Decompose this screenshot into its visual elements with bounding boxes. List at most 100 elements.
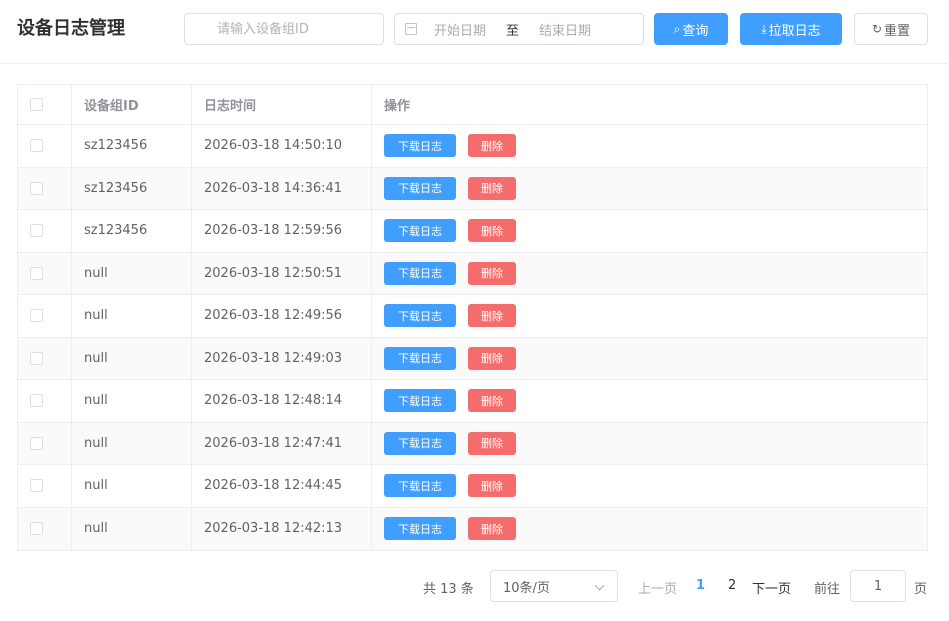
delete-button[interactable]: 删除 (468, 304, 516, 328)
device-group-id-cell: sz123456 (72, 210, 192, 252)
table-header-row: 设备组ID 日志时间 操作 (18, 85, 927, 125)
log-time-cell: 2026-03-18 14:50:10 (192, 125, 372, 167)
prev-page-button[interactable]: 上一页 (638, 578, 677, 597)
device-group-id-cell: null (72, 380, 192, 422)
calendar-icon (405, 23, 417, 35)
row-checkbox-cell (18, 252, 72, 294)
chevron-down-icon (594, 580, 605, 591)
delete-button[interactable]: 删除 (468, 474, 516, 498)
device-group-id-cell: null (72, 422, 192, 464)
device-group-search-input[interactable] (184, 13, 384, 45)
page-size-value: 10条/页 (503, 580, 550, 596)
log-time-cell: 2026-03-18 12:49:03 (192, 337, 372, 379)
download-log-button[interactable]: 下载日志 (384, 261, 456, 285)
table-row: null 2026-03-18 12:44:45 下载日志 删除 (18, 465, 927, 508)
actions-cell: 下载日志 删除 (372, 380, 927, 422)
table-row: null 2026-03-18 12:42:13 下载日志 删除 (18, 507, 927, 551)
date-range-picker[interactable]: 开始日期 至 结束日期 (394, 13, 644, 45)
delete-button[interactable]: 删除 (468, 219, 516, 243)
row-checkbox-cell (18, 295, 72, 337)
device-group-id-cell: null (72, 252, 192, 294)
row-checkbox[interactable] (30, 394, 43, 408)
download-log-button[interactable]: 下载日志 (384, 431, 456, 455)
device-group-id-cell: null (72, 337, 192, 379)
log-time-cell: 2026-03-18 12:50:51 (192, 252, 372, 294)
delete-button[interactable]: 删除 (468, 176, 516, 200)
delete-button[interactable]: 删除 (468, 431, 516, 455)
delete-button[interactable]: 删除 (468, 134, 516, 158)
delete-button[interactable]: 删除 (468, 389, 516, 413)
goto-page-input[interactable] (850, 570, 906, 602)
reset-button[interactable]: ↻ 重置 (854, 13, 928, 45)
row-checkbox-cell (18, 380, 72, 422)
actions-cell: 下载日志 删除 (372, 508, 927, 551)
table-row: sz123456 2026-03-18 12:59:56 下载日志 删除 (18, 210, 927, 253)
delete-button[interactable]: 删除 (468, 517, 516, 541)
row-checkbox-cell (18, 167, 72, 209)
delete-button[interactable]: 删除 (468, 261, 516, 285)
download-log-button[interactable]: 下载日志 (384, 474, 456, 498)
row-checkbox[interactable] (30, 266, 43, 280)
row-checkbox-cell (18, 465, 72, 507)
start-date-field[interactable]: 开始日期 (434, 20, 486, 39)
download-log-button[interactable]: 下载日志 (384, 389, 456, 413)
select-all-checkbox[interactable] (30, 98, 43, 111)
log-time-cell: 2026-03-18 12:49:56 (192, 295, 372, 337)
row-checkbox-cell (18, 507, 72, 550)
actions-cell: 下载日志 删除 (372, 125, 927, 167)
row-checkbox[interactable] (30, 139, 43, 153)
table-row: null 2026-03-18 12:49:56 下载日志 删除 (18, 295, 927, 338)
table-row: null 2026-03-18 12:47:41 下载日志 删除 (18, 422, 927, 465)
next-page-button[interactable]: 下一页 (752, 578, 791, 597)
log-time-cell: 2026-03-18 12:59:56 (192, 210, 372, 252)
table-row: null 2026-03-18 12:48:14 下载日志 删除 (18, 380, 927, 423)
actions-cell: 下载日志 删除 (372, 168, 927, 210)
download-log-button[interactable]: 下载日志 (384, 517, 456, 541)
row-checkbox-cell (18, 210, 72, 252)
row-checkbox-cell (18, 422, 72, 464)
table-row: null 2026-03-18 12:49:03 下载日志 删除 (18, 337, 927, 380)
row-checkbox[interactable] (30, 224, 43, 238)
device-group-id-cell: sz123456 (72, 167, 192, 209)
actions-cell: 下载日志 删除 (372, 465, 927, 507)
query-button[interactable]: ⌕ 查询 (654, 13, 728, 45)
actions-cell: 下载日志 删除 (372, 295, 927, 337)
date-range-separator: 至 (506, 23, 520, 39)
download-log-button[interactable]: 下载日志 (384, 176, 456, 200)
row-checkbox-cell (18, 337, 72, 379)
log-time-cell: 2026-03-18 12:47:41 (192, 422, 372, 464)
row-checkbox[interactable] (30, 522, 43, 536)
table-row: sz123456 2026-03-18 14:36:41 下载日志 删除 (18, 167, 927, 210)
table-body: sz123456 2026-03-18 14:50:10 下载日志 删除 sz12345… (18, 125, 927, 550)
refresh-icon: ↻ (871, 22, 883, 36)
row-checkbox[interactable] (30, 309, 43, 323)
column-header-device-group-id: 设备组ID (72, 85, 192, 124)
table-row: sz123456 2026-03-18 14:50:10 下载日志 删除 (18, 125, 927, 168)
search-icon: ⌕ (673, 21, 681, 36)
download-log-button[interactable]: 下载日志 (384, 134, 456, 158)
row-checkbox[interactable] (30, 181, 43, 195)
page-number-1[interactable]: 1 (696, 578, 705, 593)
actions-cell: 下载日志 删除 (372, 338, 927, 380)
page-size-select[interactable]: 10条/页 (490, 570, 618, 602)
pull-logs-button[interactable]: ⤓ 拉取日志 (740, 13, 842, 45)
row-checkbox[interactable] (30, 479, 43, 493)
row-checkbox[interactable] (30, 436, 43, 450)
log-time-cell: 2026-03-18 12:42:13 (192, 507, 372, 550)
download-log-button[interactable]: 下载日志 (384, 219, 456, 243)
log-time-cell: 2026-03-18 12:48:14 (192, 380, 372, 422)
download-log-button[interactable]: 下载日志 (384, 304, 456, 328)
delete-button[interactable]: 删除 (468, 346, 516, 370)
log-time-cell: 2026-03-18 14:36:41 (192, 167, 372, 209)
device-group-id-cell: sz123456 (72, 125, 192, 167)
end-date-field[interactable]: 结束日期 (539, 20, 591, 39)
download-log-button[interactable]: 下载日志 (384, 346, 456, 370)
row-checkbox-cell (18, 125, 72, 167)
row-checkbox[interactable] (30, 351, 43, 365)
download-icon: ⤓ (761, 21, 767, 36)
header-bar: 设备日志管理 开始日期 至 结束日期 ⌕ 查询 ⤓ 拉取日志 ↻ 重置 (0, 0, 949, 64)
device-group-id-cell: null (72, 507, 192, 550)
device-group-id-cell: null (72, 465, 192, 507)
header-checkbox-cell (18, 85, 72, 124)
page-number-2[interactable]: 2 (728, 578, 736, 593)
